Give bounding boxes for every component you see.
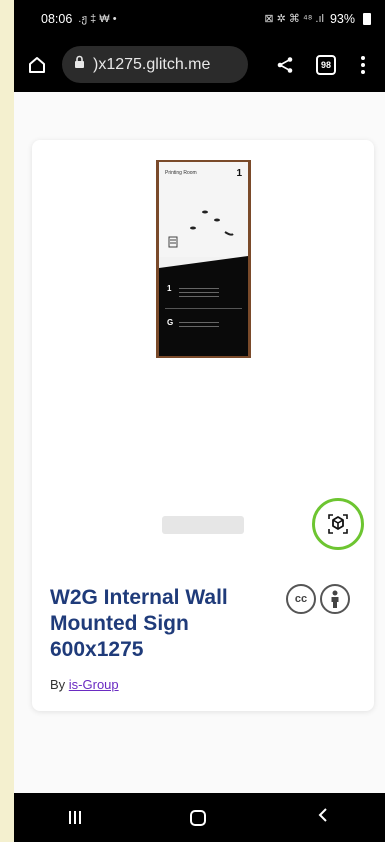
byline-prefix: By (50, 677, 69, 692)
system-nav-bar (14, 793, 385, 842)
cc-label: cc (294, 593, 308, 605)
back-chevron-icon (318, 808, 327, 822)
tab-switcher-button[interactable]: 98 (316, 54, 336, 75)
home-icon[interactable] (26, 54, 48, 76)
model-card: Printing Room 1 1 G W2G Internal Wall Mo… (32, 140, 374, 711)
address-bar[interactable]: )x1275.glitch.me (62, 46, 248, 83)
share-icon[interactable] (274, 54, 296, 76)
sign-number: 1 (236, 168, 242, 179)
author-link[interactable]: is-Group (69, 677, 119, 692)
tab-count: 98 (320, 59, 331, 70)
sign-model-preview: Printing Room 1 1 G (156, 160, 251, 358)
overflow-menu-icon[interactable] (358, 55, 368, 74)
url-text: )x1275.glitch.me (93, 55, 211, 73)
battery-icon (363, 12, 371, 25)
status-left: 08:06 .ჟ ‡ ₩ • (41, 12, 117, 26)
signal-icons: ⊠ ✲ ⌘ ⁴⁸ .ıl (264, 13, 324, 25)
browser-toolbar: )x1275.glitch.me 98 (14, 37, 385, 92)
model-title: W2G Internal Wall Mounted Sign 600x1275 (50, 586, 228, 661)
lock-icon (74, 55, 85, 74)
sign-row-number: 1 (167, 284, 172, 293)
status-time: 08:06 (41, 11, 73, 26)
byline: By is-Group (50, 677, 119, 692)
sign-title: Printing Room (165, 170, 197, 176)
notification-icons: .ჟ ‡ ₩ • (78, 13, 117, 25)
battery-level: 93% (329, 11, 355, 26)
ar-view-button[interactable] (312, 498, 364, 550)
sign-row-letter: G (167, 318, 174, 327)
model-shadow-base (162, 516, 244, 534)
ar-cube-icon (328, 514, 348, 534)
page-content: Printing Room 1 1 G W2G Internal Wall Mo… (14, 92, 385, 793)
attribution-icon[interactable] (320, 584, 350, 614)
3d-model-viewer[interactable]: Printing Room 1 1 G (32, 140, 374, 560)
cc-license-icon[interactable]: cc (286, 584, 316, 614)
back-button[interactable] (316, 807, 330, 828)
phone-screen: 08:06 .ჟ ‡ ₩ • ⊠ ✲ ⌘ ⁴⁸ .ıl 93% )x1275.g… (14, 0, 385, 842)
status-right: ⊠ ✲ ⌘ ⁴⁸ .ıl 93% (264, 12, 371, 26)
license-icons: cc (286, 584, 350, 614)
status-bar: 08:06 .ჟ ‡ ₩ • ⊠ ✲ ⌘ ⁴⁸ .ıl 93% (14, 0, 385, 37)
floor-plan-graphic (168, 210, 234, 248)
recent-apps-button[interactable] (68, 811, 81, 824)
home-button[interactable] (190, 809, 207, 826)
